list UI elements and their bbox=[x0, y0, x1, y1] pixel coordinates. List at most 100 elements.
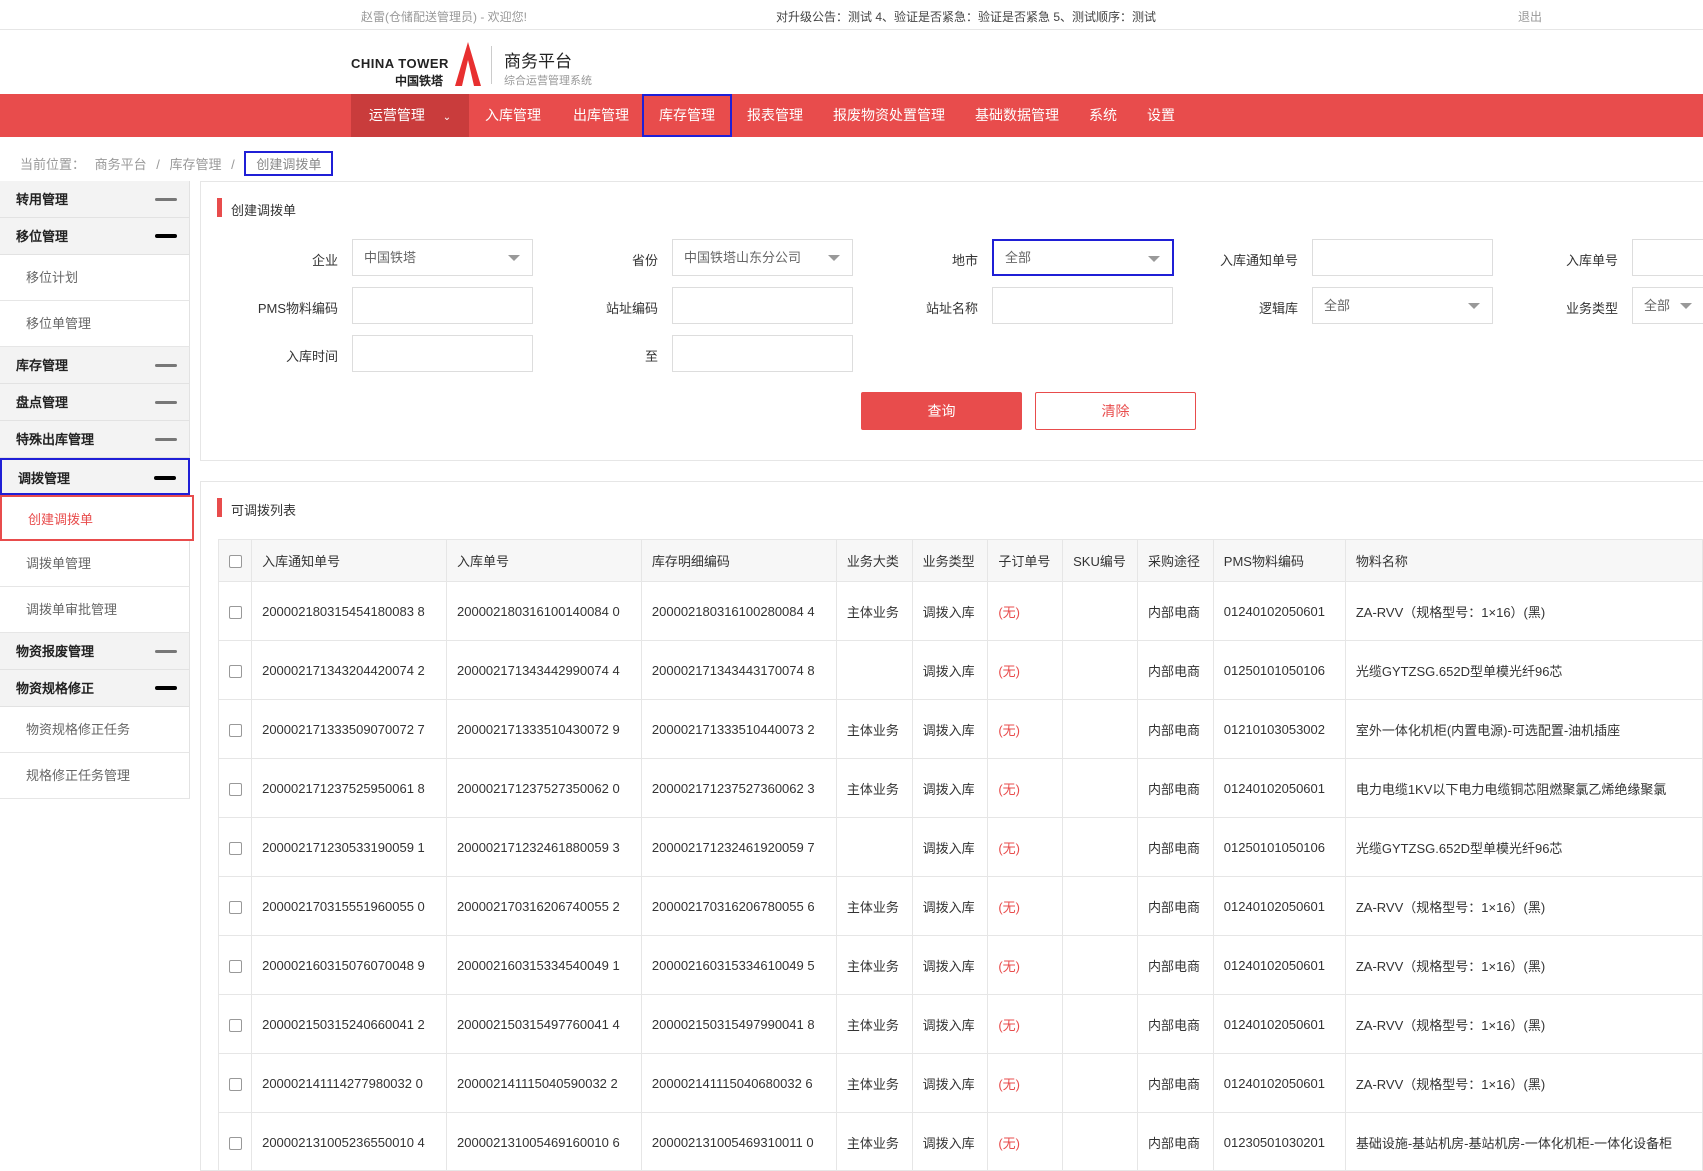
sidebar-group-label: 盘点管理 bbox=[16, 395, 68, 410]
select-all-checkbox[interactable] bbox=[219, 540, 252, 582]
logo[interactable]: CHINA TOWER 中国铁塔 商务平台 综合运营管理系统 bbox=[351, 42, 601, 86]
row-checkbox[interactable] bbox=[219, 759, 252, 818]
logic-store-select[interactable]: 全部 bbox=[1312, 287, 1493, 324]
sidebar-group-inventory[interactable]: 库存管理 bbox=[0, 347, 190, 384]
sidebar-group-special-outbound[interactable]: 特殊出库管理 bbox=[0, 421, 190, 458]
table-cell: 01210103053002 bbox=[1213, 700, 1345, 759]
table-cell: 200002160315334610049 5 bbox=[641, 936, 836, 995]
sidebar-item-spec-task-manage[interactable]: 规格修正任务管理 bbox=[0, 753, 190, 799]
collapse-icon bbox=[155, 438, 177, 441]
table-row[interactable]: 200002171230533190059 120000217123246188… bbox=[219, 818, 1703, 877]
breadcrumb: 当前位置： 商务平台 / 库存管理 / 创建调拨单 bbox=[20, 151, 339, 176]
nav-operations[interactable]: 运营管理 ⌄ bbox=[351, 94, 469, 137]
sidebar-item-create-allocation[interactable]: 创建调拨单 bbox=[0, 495, 194, 541]
biz-type-select[interactable]: 全部 bbox=[1632, 287, 1703, 324]
table-cell: 200002141114277980032 0 bbox=[252, 1054, 447, 1113]
breadcrumb-separator: / bbox=[231, 157, 235, 172]
row-checkbox[interactable] bbox=[219, 1113, 252, 1171]
clear-button[interactable]: 清除 bbox=[1035, 392, 1196, 430]
table-cell: (无) bbox=[988, 641, 1063, 700]
table-cell: 01240102050601 bbox=[1213, 582, 1345, 641]
table-cell: 200002171230533190059 1 bbox=[252, 818, 447, 877]
site-code-label: 站址编码 bbox=[576, 298, 658, 317]
table-row[interactable]: 200002171333509070072 720000217133351043… bbox=[219, 700, 1703, 759]
sidebar-group-transfer-use[interactable]: 转用管理 bbox=[0, 181, 190, 218]
table-row[interactable]: 200002171343204420074 220000217134344299… bbox=[219, 641, 1703, 700]
checkbox-icon bbox=[229, 783, 242, 796]
table-cell bbox=[1063, 936, 1138, 995]
nav-inventory[interactable]: 库存管理 bbox=[642, 94, 732, 137]
sidebar-group-stocktake[interactable]: 盘点管理 bbox=[0, 384, 190, 421]
table-row[interactable]: 200002170315551960055 020000217031620674… bbox=[219, 877, 1703, 936]
inbound-no-input[interactable] bbox=[1632, 239, 1703, 276]
breadcrumb-inventory[interactable]: 库存管理 bbox=[170, 154, 222, 173]
sidebar-item-spec-task[interactable]: 物资规格修正任务 bbox=[0, 707, 190, 753]
query-button[interactable]: 查询 bbox=[861, 392, 1022, 430]
site-code-input[interactable] bbox=[672, 287, 853, 324]
row-checkbox[interactable] bbox=[219, 936, 252, 995]
nav-system[interactable]: 系统 bbox=[1074, 94, 1132, 137]
city-select[interactable]: 全部 bbox=[992, 239, 1174, 276]
breadcrumb-home[interactable]: 商务平台 bbox=[95, 154, 147, 173]
table-row[interactable]: 200002131005236550010 420000213100546916… bbox=[219, 1113, 1703, 1171]
sidebar-group-spec-correction[interactable]: 物资规格修正 bbox=[0, 670, 190, 707]
table-cell: 调拨入库 bbox=[912, 759, 988, 818]
table-cell: 室外一体化机柜(内置电源)-可选配置-油机插座 bbox=[1345, 700, 1702, 759]
row-checkbox[interactable] bbox=[219, 877, 252, 936]
checkbox-icon bbox=[229, 1019, 242, 1032]
sidebar-item-allocation-approval[interactable]: 调拨单审批管理 bbox=[0, 587, 190, 633]
table-row[interactable]: 200002180315454180083 820000218031610014… bbox=[219, 582, 1703, 641]
table-cell: 调拨入库 bbox=[912, 877, 988, 936]
panel-title: 创建调拨单 bbox=[217, 200, 296, 219]
nav-settings[interactable]: 设置 bbox=[1132, 94, 1190, 137]
inbound-notice-input[interactable] bbox=[1312, 239, 1493, 276]
nav-inbound[interactable]: 入库管理 bbox=[469, 94, 557, 137]
top-bar: 赵雷(仓储配送管理员) - 欢迎您! 对升级公告：测试 4、验证是否紧急：验证是… bbox=[0, 0, 1703, 30]
row-checkbox[interactable] bbox=[219, 818, 252, 877]
province-select[interactable]: 中国铁塔山东分公司 bbox=[672, 239, 853, 276]
table-cell: 内部电商 bbox=[1138, 936, 1214, 995]
logout-link[interactable]: 退出 bbox=[1518, 8, 1542, 25]
table-cell: 01240102050601 bbox=[1213, 877, 1345, 936]
pms-code-input[interactable] bbox=[352, 287, 533, 324]
table-row[interactable]: 200002141114277980032 020000214111504059… bbox=[219, 1054, 1703, 1113]
sidebar-group-relocation[interactable]: 移位管理 bbox=[0, 218, 190, 255]
table-cell: 200002171232461880059 3 bbox=[447, 818, 642, 877]
table-cell: 电力电缆1KV以下电力电缆铜芯阻燃聚氯乙烯绝缘聚氯 bbox=[1345, 759, 1702, 818]
table-cell bbox=[1063, 995, 1138, 1054]
row-checkbox[interactable] bbox=[219, 582, 252, 641]
announcement-text[interactable]: 对升级公告：测试 4、验证是否紧急：验证是否紧急 5、测试顺序：测试 bbox=[776, 8, 1156, 25]
nav-base-data[interactable]: 基础数据管理 bbox=[960, 94, 1074, 137]
col-header: 入库单号 bbox=[447, 540, 642, 582]
table-cell: 200002171237525950061 8 bbox=[252, 759, 447, 818]
table-row[interactable]: 200002150315240660041 220000215031549776… bbox=[219, 995, 1703, 1054]
inbound-time-from-input[interactable] bbox=[352, 335, 533, 372]
row-checkbox[interactable] bbox=[219, 1054, 252, 1113]
table-cell: 01240102050601 bbox=[1213, 1054, 1345, 1113]
site-name-input[interactable] bbox=[992, 287, 1173, 324]
table-cell: ZA-RVV（规格型号：1×16）(黑) bbox=[1345, 936, 1702, 995]
table-row[interactable]: 200002160315076070048 920000216031533454… bbox=[219, 936, 1703, 995]
to-label: 至 bbox=[576, 346, 658, 365]
sidebar-group-scrap[interactable]: 物资报废管理 bbox=[0, 633, 190, 670]
nav-scrap[interactable]: 报废物资处置管理 bbox=[818, 94, 960, 137]
table-cell bbox=[836, 818, 912, 877]
inbound-time-to-input[interactable] bbox=[672, 335, 853, 372]
sidebar-item-relocation-orders[interactable]: 移位单管理 bbox=[0, 301, 190, 347]
sidebar-group-allocation[interactable]: 调拨管理 bbox=[0, 458, 190, 495]
table-cell: (无) bbox=[988, 818, 1063, 877]
table-cell: 200002171343443170074 8 bbox=[641, 641, 836, 700]
table-cell: (无) bbox=[988, 582, 1063, 641]
table-cell: 内部电商 bbox=[1138, 818, 1214, 877]
sidebar-item-relocation-plan[interactable]: 移位计划 bbox=[0, 255, 190, 301]
row-checkbox[interactable] bbox=[219, 995, 252, 1054]
row-checkbox[interactable] bbox=[219, 641, 252, 700]
nav-outbound[interactable]: 出库管理 bbox=[557, 94, 645, 137]
table-row[interactable]: 200002171237525950061 820000217123752735… bbox=[219, 759, 1703, 818]
sidebar-item-allocation-orders[interactable]: 调拨单管理 bbox=[0, 541, 190, 587]
platform-title: 商务平台 bbox=[504, 47, 572, 72]
nav-reports[interactable]: 报表管理 bbox=[732, 94, 818, 137]
company-select[interactable]: 中国铁塔 bbox=[352, 239, 533, 276]
table-cell: 主体业务 bbox=[836, 1054, 912, 1113]
row-checkbox[interactable] bbox=[219, 700, 252, 759]
